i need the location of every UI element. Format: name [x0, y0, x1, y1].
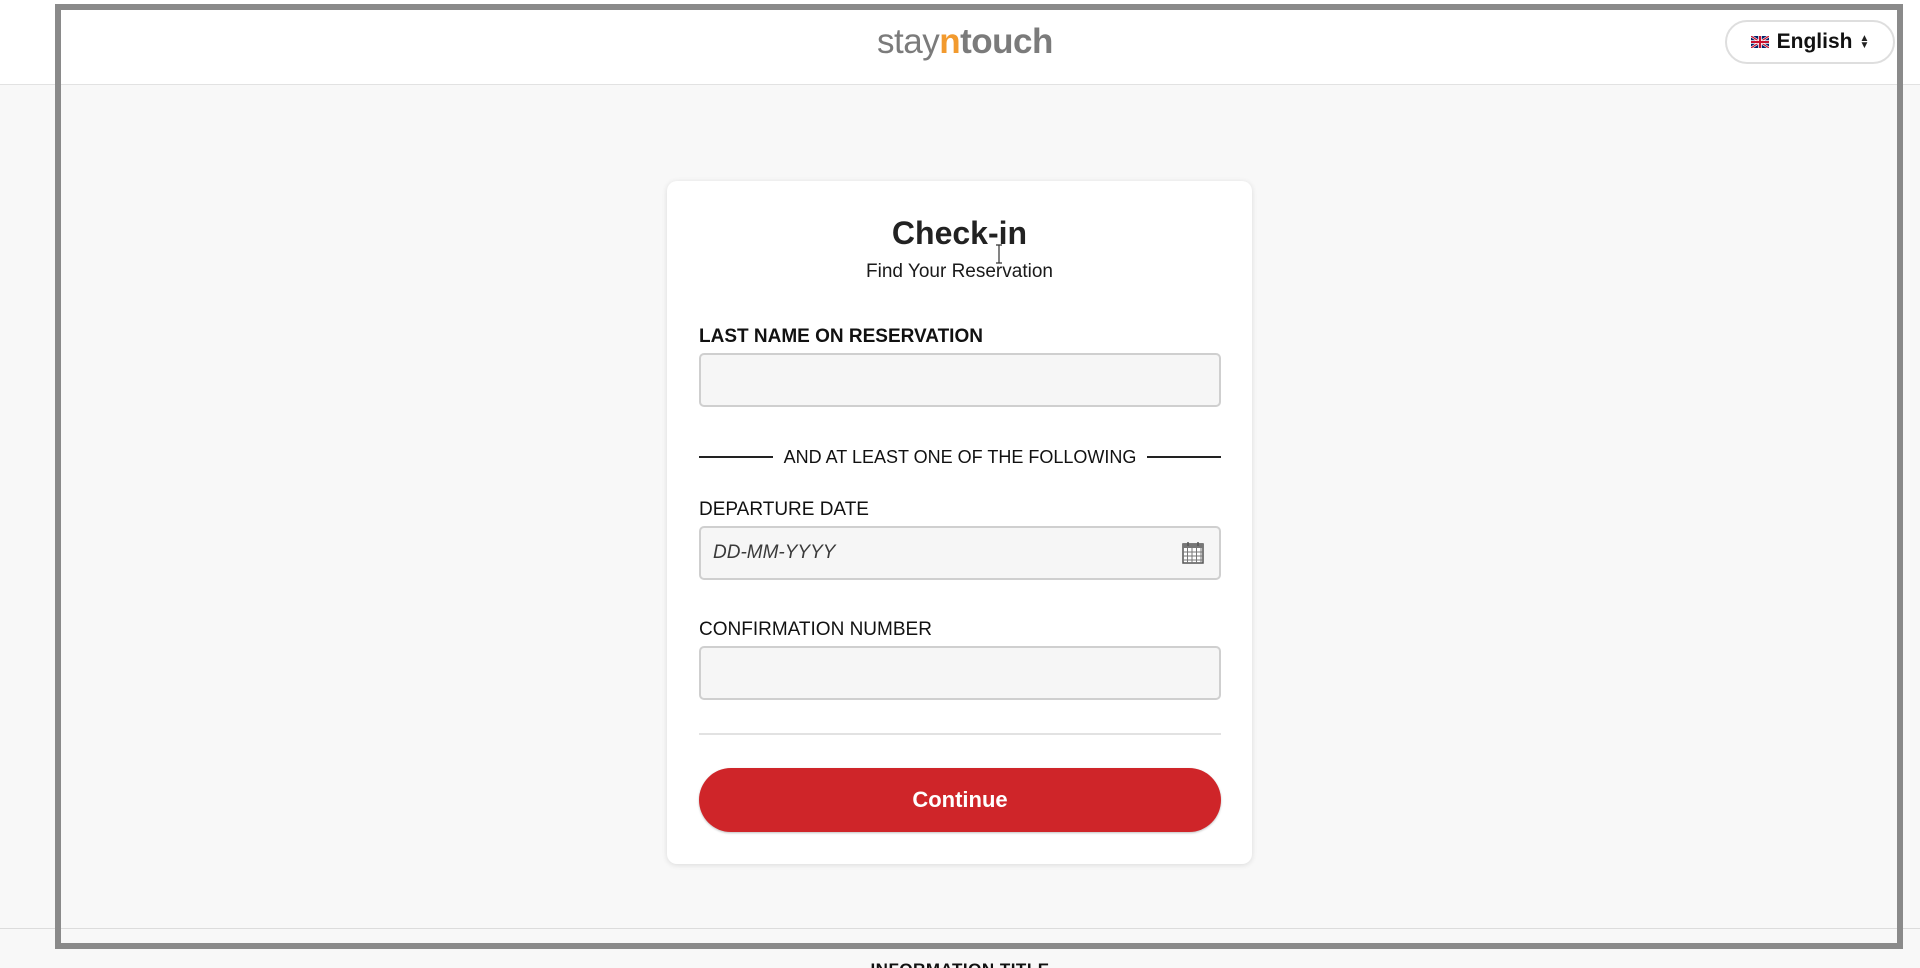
- page-title: Check-in: [891, 215, 1028, 251]
- or-divider: AND AT LEAST ONE OF THE FOLLOWING: [699, 445, 1221, 469]
- check-in-card: Check-in Find Your Reservation LAST NAME…: [667, 181, 1252, 864]
- stayntouch-logo: stayntouch: [877, 20, 1053, 64]
- confirmation-number-label: CONFIRMATION NUMBER: [699, 619, 932, 640]
- page-subtitle: Find Your Reservation: [866, 261, 1053, 282]
- up-down-arrows-icon: ▲ ▼: [1859, 33, 1870, 51]
- departure-date-input[interactable]: [699, 526, 1221, 580]
- last-name-input[interactable]: [699, 353, 1221, 407]
- page: stayntouch English ▲ ▼ Check-in Find Your…: [0, 0, 1920, 968]
- departure-date-label: DEPARTURE DATE: [699, 499, 869, 520]
- divider-line-left: [699, 456, 773, 458]
- footer-divider: [0, 928, 1920, 929]
- continue-button[interactable]: Continue: [699, 768, 1221, 832]
- confirmation-number-input[interactable]: [699, 646, 1221, 700]
- logo-part-stay: stay: [877, 22, 940, 61]
- language-select[interactable]: English ▲ ▼: [1725, 20, 1895, 64]
- logo-part-touch: touch: [960, 22, 1053, 61]
- calendar-icon[interactable]: [1181, 541, 1205, 565]
- divider-line-right: [1147, 456, 1221, 458]
- footer-title: INFORMATION TITLE: [0, 958, 1920, 968]
- divider-text: AND AT LEAST ONE OF THE FOLLOWING: [783, 447, 1137, 467]
- form-separator: [699, 733, 1221, 735]
- last-name-label: LAST NAME ON RESERVATION: [699, 326, 983, 347]
- logo-part-n: n: [939, 22, 961, 61]
- language-label: English: [1776, 30, 1853, 53]
- header-bar: stayntouch English ▲ ▼: [0, 0, 1920, 85]
- uk-flag-icon: [1750, 36, 1769, 48]
